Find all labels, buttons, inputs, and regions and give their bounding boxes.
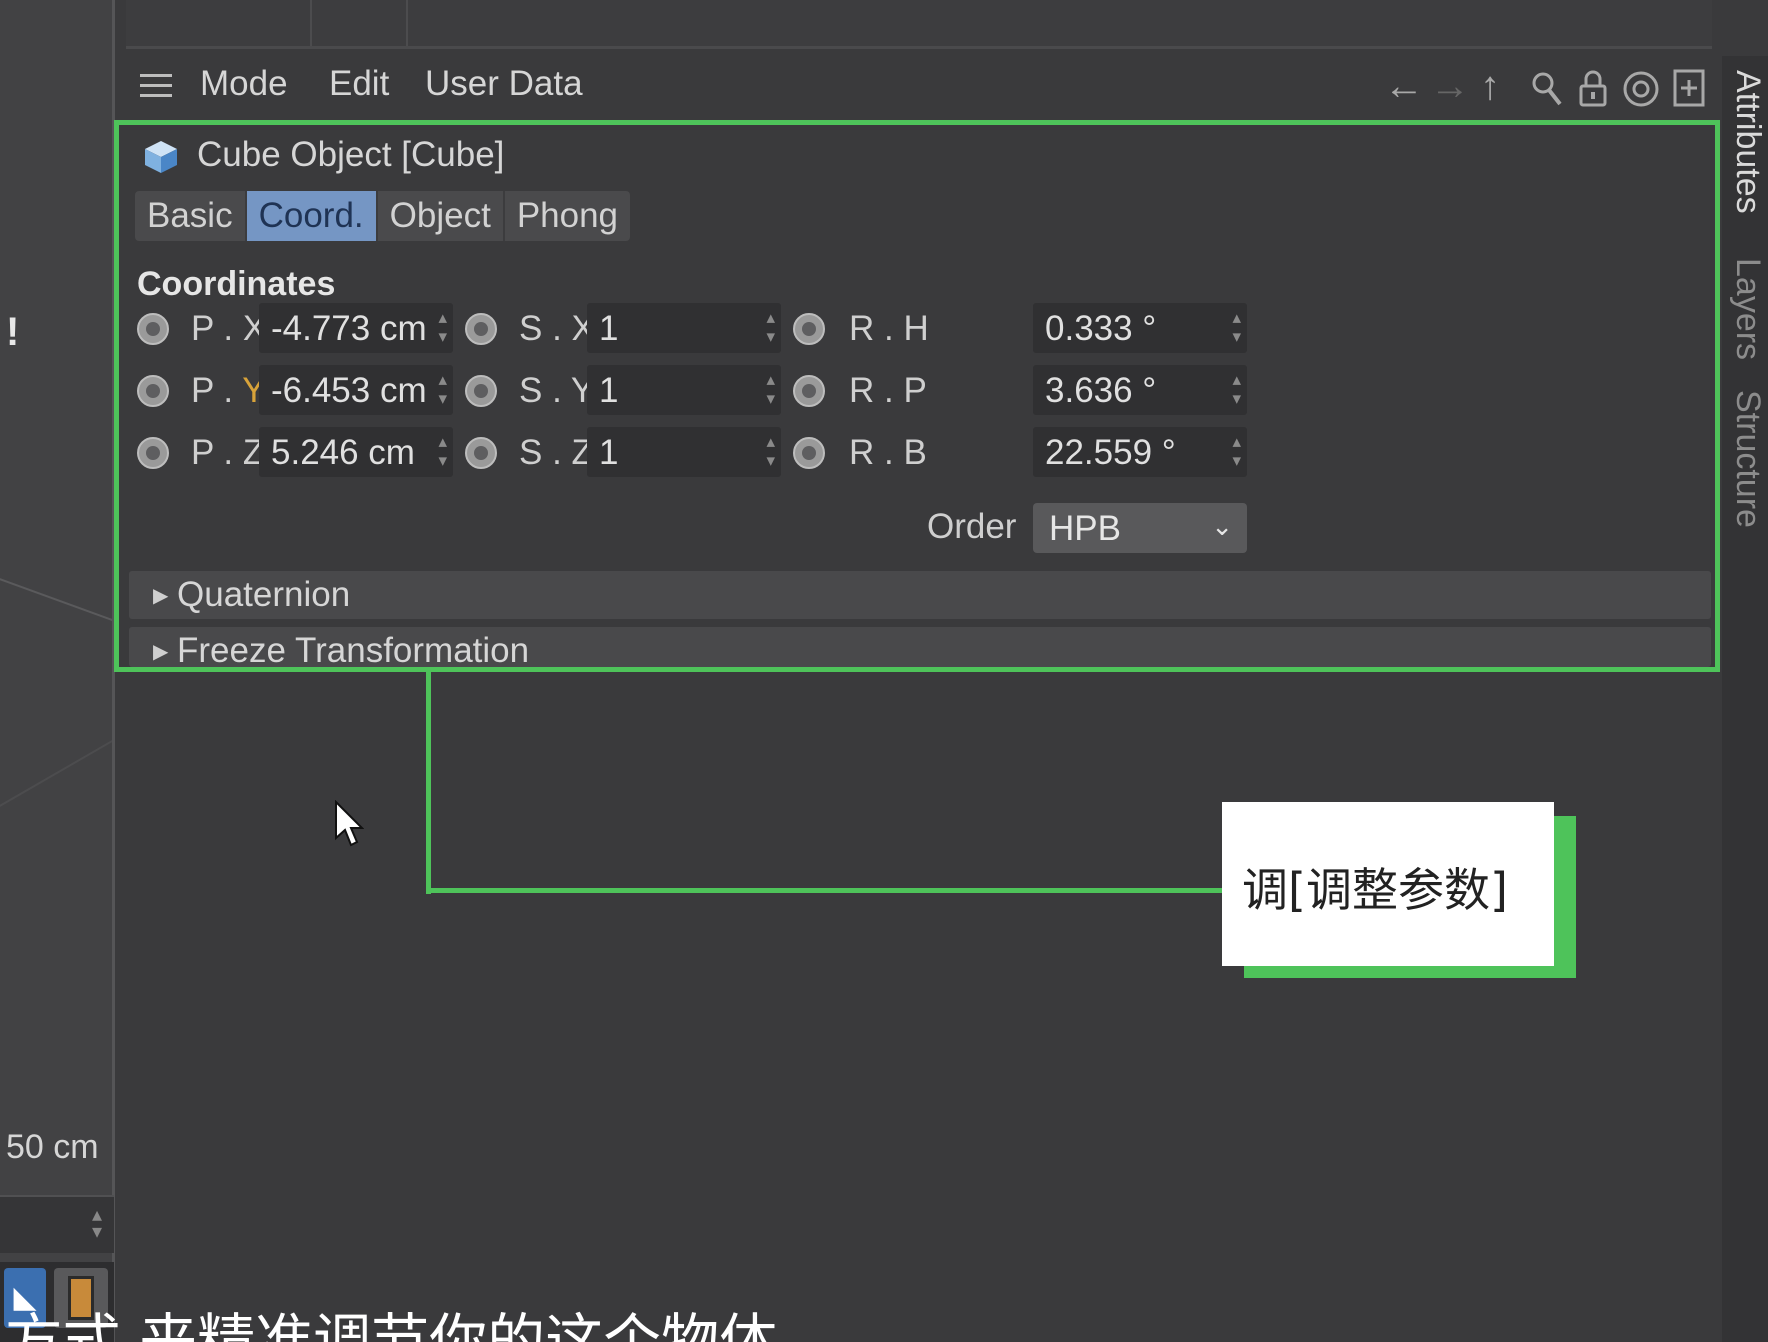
chevron-down-icon: ⌄ bbox=[1211, 511, 1233, 541]
scale-x-radio[interactable] bbox=[465, 313, 497, 345]
spinner-arrows-icon[interactable]: ▴ ▾ bbox=[766, 308, 775, 346]
spinner-arrows-icon[interactable]: ▴ ▾ bbox=[92, 1205, 102, 1242]
attribute-panel: Cube Object [Cube] Basic Coord. Object P… bbox=[114, 120, 1720, 672]
object-title: Cube Object [Cube] bbox=[197, 135, 505, 174]
rotation-b-radio[interactable] bbox=[793, 437, 825, 469]
rotation-b-value: 22.559 ° bbox=[1045, 433, 1176, 472]
mouse-cursor-icon bbox=[335, 800, 364, 847]
toolbar-divider bbox=[406, 0, 408, 46]
viewport-grid-line bbox=[0, 565, 112, 637]
scale-y-radio[interactable] bbox=[465, 375, 497, 407]
position-x-value: -4.773 cm bbox=[271, 309, 427, 348]
attribute-tabs: Basic Coord. Object Phong bbox=[135, 191, 631, 241]
position-x-radio[interactable] bbox=[137, 313, 169, 345]
rotation-p-value: 3.636 ° bbox=[1045, 371, 1157, 410]
side-tab-structure[interactable]: Structure bbox=[1728, 390, 1767, 528]
callout-box: 调[调整参数] bbox=[1222, 802, 1554, 966]
rotation-p-field[interactable]: 3.636 ° ▴ ▾ bbox=[1033, 365, 1247, 415]
tab-basic[interactable]: Basic bbox=[135, 191, 247, 241]
position-z-value: 5.246 cm bbox=[271, 433, 415, 472]
position-z-label: P . Z bbox=[191, 433, 265, 472]
scale-z-field[interactable]: 1 ▴ ▾ bbox=[587, 427, 781, 477]
side-tabs: Attributes Layers Structure bbox=[1722, 56, 1768, 1342]
tab-coord[interactable]: Coord. bbox=[246, 191, 378, 241]
scale-z-label: S . Z bbox=[519, 433, 593, 472]
attribute-menu-bar: Mode Edit User Data ← → ↑ bbox=[126, 56, 1712, 118]
rotation-h-value: 0.333 ° bbox=[1045, 309, 1157, 348]
rotation-p-label: R . P bbox=[849, 371, 927, 410]
callout-text: 调[调整参数] bbox=[1242, 863, 1508, 917]
scale-y-value: 1 bbox=[599, 371, 619, 410]
section-title-coordinates: Coordinates bbox=[137, 265, 336, 303]
triangle-right-icon: ▶ bbox=[153, 585, 169, 607]
side-tab-layers[interactable]: Layers bbox=[1728, 258, 1767, 360]
rotation-h-field[interactable]: 0.333 ° ▴ ▾ bbox=[1033, 303, 1247, 353]
new-panel-icon[interactable] bbox=[1672, 68, 1706, 108]
rotation-h-label: R . H bbox=[849, 309, 929, 348]
position-y-value: -6.453 cm bbox=[271, 371, 427, 410]
position-z-field[interactable]: 5.246 cm ▴ ▾ bbox=[259, 427, 453, 477]
side-tab-attributes[interactable]: Attributes bbox=[1728, 70, 1767, 214]
spinner-arrows-icon[interactable]: ▴ ▾ bbox=[438, 432, 447, 470]
position-y-label-prefix: P . bbox=[191, 371, 243, 410]
top-toolbar-strip bbox=[126, 0, 1712, 49]
position-y-field[interactable]: -6.453 cm ▴ ▾ bbox=[259, 365, 453, 415]
callout-connector bbox=[426, 672, 431, 894]
scale-y-field[interactable]: 1 ▴ ▾ bbox=[587, 365, 781, 415]
group-quaternion-label: Quaternion bbox=[177, 575, 351, 614]
viewport-spinner-field[interactable]: ▴ ▾ bbox=[0, 1195, 114, 1253]
rotation-p-radio[interactable] bbox=[793, 375, 825, 407]
group-freeze-transformation-label: Freeze Transformation bbox=[177, 631, 530, 667]
arrow-left-icon[interactable]: ← bbox=[1384, 64, 1424, 109]
position-z-radio[interactable] bbox=[137, 437, 169, 469]
group-freeze-transformation[interactable]: ▶ Freeze Transformation bbox=[129, 627, 1711, 667]
spinner-arrows-icon[interactable]: ▴ ▾ bbox=[1232, 432, 1241, 470]
rotation-b-label: R . B bbox=[849, 433, 927, 472]
spinner-arrows-icon[interactable]: ▴ ▾ bbox=[438, 308, 447, 346]
order-value: HPB bbox=[1049, 509, 1121, 548]
scale-z-radio[interactable] bbox=[465, 437, 497, 469]
scale-x-label: S . X bbox=[519, 309, 595, 348]
cube-object-icon bbox=[145, 141, 177, 173]
arrow-right-icon[interactable]: → bbox=[1430, 64, 1470, 109]
target-icon[interactable] bbox=[1622, 70, 1660, 108]
spinner-arrows-icon[interactable]: ▴ ▾ bbox=[438, 370, 447, 408]
spinner-arrows-icon[interactable]: ▴ ▾ bbox=[766, 432, 775, 470]
menu-user-data[interactable]: User Data bbox=[425, 64, 583, 104]
scale-x-value: 1 bbox=[599, 309, 619, 348]
triangle-right-icon: ▶ bbox=[153, 641, 169, 663]
rotation-b-field[interactable]: 22.559 ° ▴ ▾ bbox=[1033, 427, 1247, 477]
lock-icon[interactable] bbox=[1578, 68, 1608, 108]
position-y-label: P . Y bbox=[191, 371, 266, 411]
position-x-field[interactable]: -4.773 cm ▴ ▾ bbox=[259, 303, 453, 353]
arrow-up-icon[interactable]: ↑ bbox=[1480, 64, 1500, 109]
hamburger-icon[interactable] bbox=[140, 74, 172, 100]
toolbar-divider bbox=[310, 0, 312, 46]
viewport-distance-label: 50 cm bbox=[6, 1128, 99, 1166]
position-x-label: P . X bbox=[191, 309, 267, 348]
rotation-h-radio[interactable] bbox=[793, 313, 825, 345]
group-quaternion[interactable]: ▶ Quaternion bbox=[129, 571, 1711, 619]
position-y-radio[interactable] bbox=[137, 375, 169, 407]
callout-connector bbox=[426, 888, 1226, 893]
tab-object[interactable]: Object bbox=[378, 191, 505, 241]
order-select[interactable]: HPB ⌄ bbox=[1033, 503, 1247, 553]
viewport-warning-text: ! bbox=[6, 310, 20, 354]
scale-x-field[interactable]: 1 ▴ ▾ bbox=[587, 303, 781, 353]
subtitle-text: ]方式 来精准调节你的这个物体 bbox=[0, 1307, 778, 1342]
order-label: Order bbox=[927, 507, 1017, 546]
search-icon[interactable] bbox=[1530, 70, 1564, 108]
video-subtitle: ]方式 来精准调节你的这个物体 bbox=[0, 1300, 1768, 1342]
spinner-arrows-icon[interactable]: ▴ ▾ bbox=[1232, 308, 1241, 346]
scale-z-value: 1 bbox=[599, 433, 619, 472]
spinner-arrows-icon[interactable]: ▴ ▾ bbox=[1232, 370, 1241, 408]
spinner-arrows-icon[interactable]: ▴ ▾ bbox=[766, 370, 775, 408]
menu-edit[interactable]: Edit bbox=[329, 64, 389, 104]
menu-mode[interactable]: Mode bbox=[200, 64, 288, 104]
scale-y-label: S . Y bbox=[519, 371, 595, 410]
tab-phong[interactable]: Phong bbox=[505, 191, 630, 241]
viewport-grid-line bbox=[0, 728, 112, 894]
